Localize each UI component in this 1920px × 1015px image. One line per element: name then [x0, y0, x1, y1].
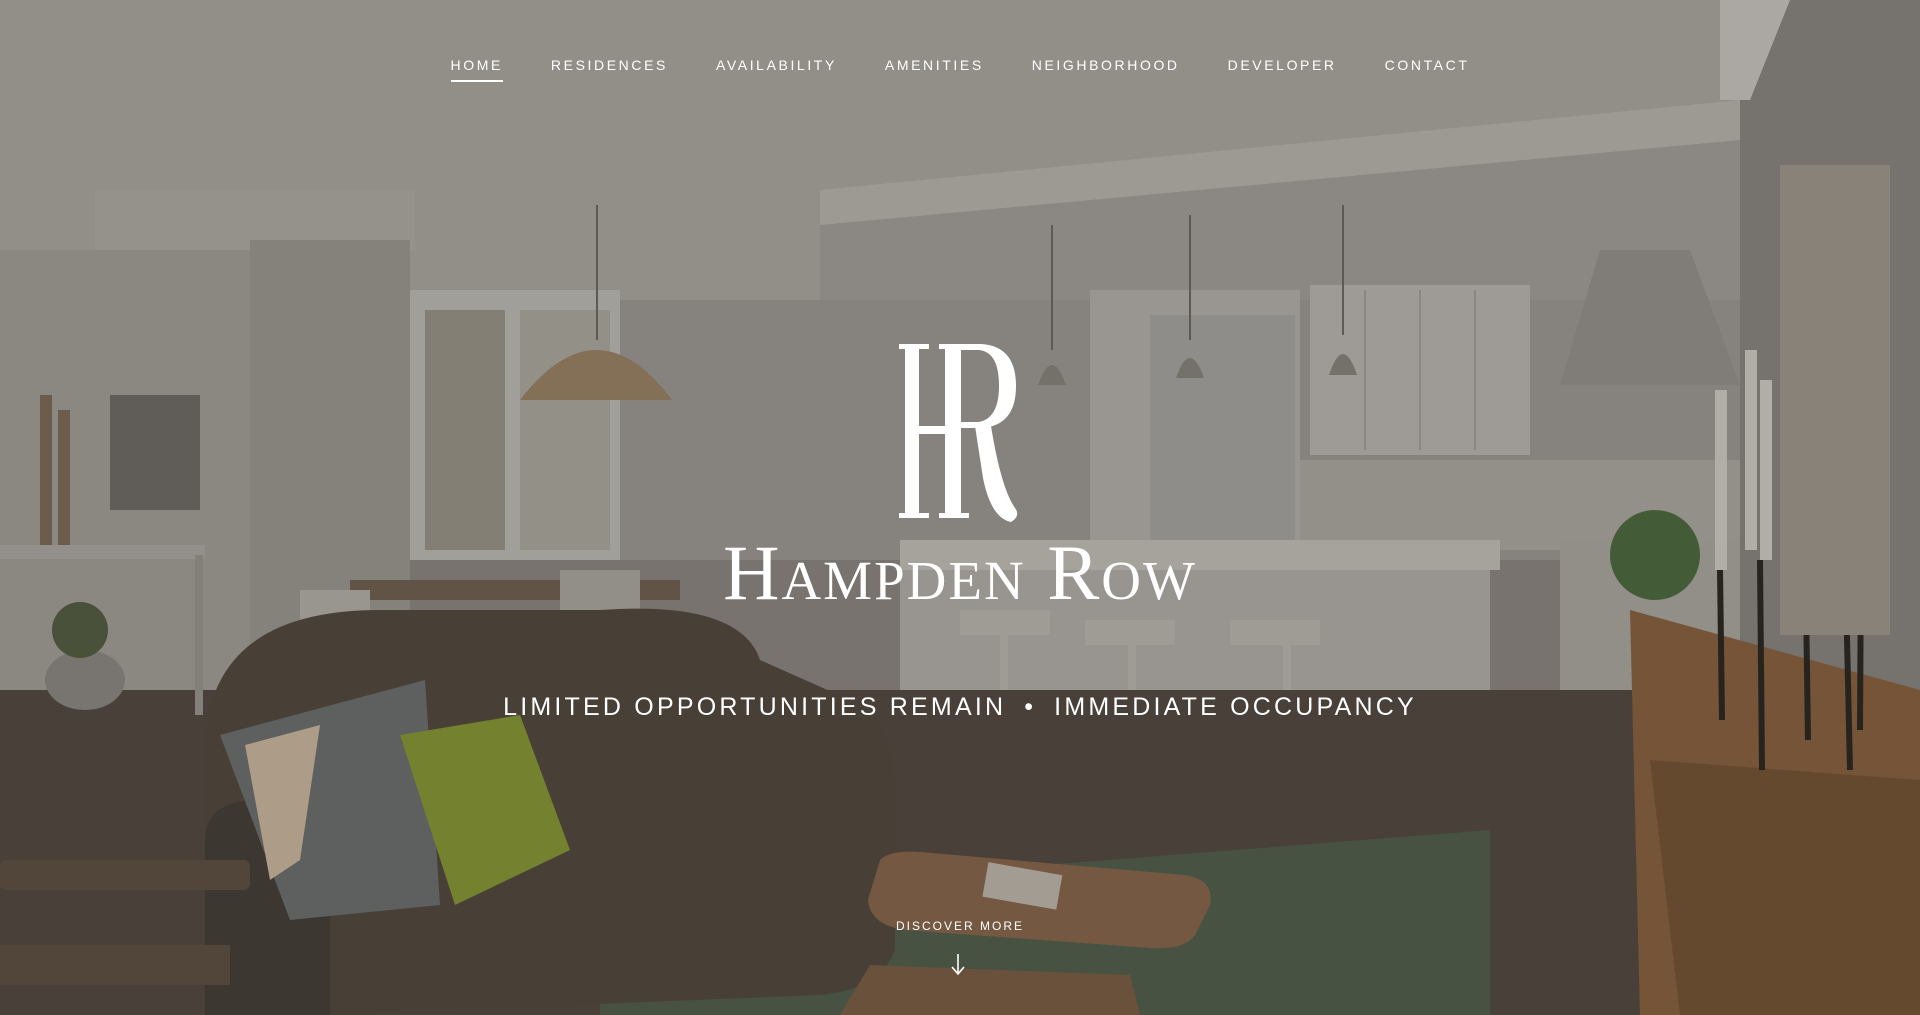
tagline-right: IMMEDIATE OCCUPANCY — [1054, 693, 1417, 721]
nav-neighborhood-link[interactable]: NEIGHBORHOOD — [1032, 56, 1180, 82]
hero-section: HOME RESIDENCES AVAILABILITY AMENITIES N… — [0, 0, 1920, 1015]
hr-monogram-logo — [899, 344, 1018, 522]
nav-home-link[interactable]: HOME — [450, 56, 503, 82]
discover-more-link[interactable]: DISCOVER MORE — [0, 918, 1920, 934]
tagline-left: LIMITED OPPORTUNITIES REMAIN — [503, 693, 1007, 721]
hero-tagline: LIMITED OPPORTUNITIES REMAIN • IMMEDIATE O… — [0, 690, 1920, 724]
main-nav: HOME RESIDENCES AVAILABILITY AMENITIES N… — [0, 56, 1920, 86]
nav-availability-link[interactable]: AVAILABILITY — [716, 56, 837, 82]
nav-amenities-link[interactable]: AMENITIES — [885, 56, 984, 82]
nav-residences-link[interactable]: RESIDENCES — [551, 56, 668, 82]
brand-name: Hampden Row — [723, 529, 1197, 616]
nav-developer-link[interactable]: DEVELOPER — [1228, 56, 1337, 82]
tagline-separator: • — [1024, 693, 1037, 721]
arrow-down-icon[interactable] — [949, 952, 967, 978]
nav-contact-link[interactable]: CONTACT — [1385, 56, 1470, 82]
